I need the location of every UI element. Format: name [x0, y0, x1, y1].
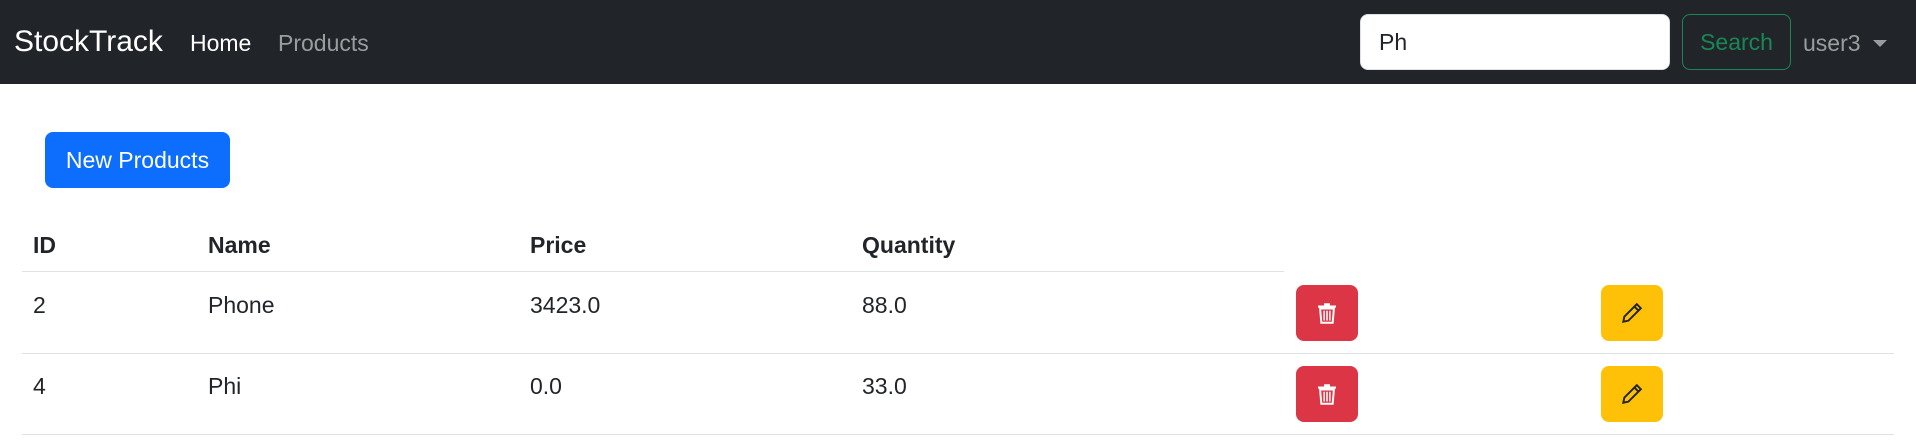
cell-id: 2: [33, 292, 46, 318]
top-navbar: StockTrack Home Products Search user3: [0, 0, 1916, 84]
cell-name: Phone: [208, 292, 275, 318]
cell-quantity: 33.0: [862, 373, 907, 399]
edit-button[interactable]: [1601, 285, 1663, 341]
pencil-icon: [1622, 302, 1643, 323]
column-header-name: Name: [208, 232, 271, 258]
search-button[interactable]: Search: [1682, 14, 1791, 70]
column-header-quantity: Quantity: [862, 232, 956, 258]
brand-logo[interactable]: StockTrack: [14, 24, 163, 60]
search-input[interactable]: [1360, 14, 1670, 70]
user-name: user3: [1803, 30, 1861, 56]
edit-button[interactable]: [1601, 366, 1663, 422]
nav-link-home[interactable]: Home: [190, 28, 251, 58]
delete-button[interactable]: [1296, 366, 1358, 422]
delete-button[interactable]: [1296, 285, 1358, 341]
header-divider: [22, 271, 1284, 272]
pencil-icon: [1622, 383, 1643, 404]
cell-quantity: 88.0: [862, 292, 907, 318]
cell-price: 0.0: [530, 373, 562, 399]
cell-id: 4: [33, 373, 46, 399]
cell-name: Phi: [208, 373, 242, 399]
row-divider: [22, 434, 1894, 435]
user-dropdown[interactable]: user3: [1803, 28, 1887, 58]
trash-icon: [1318, 384, 1336, 405]
new-product-button[interactable]: New Products: [45, 132, 230, 188]
caret-down-icon: [1872, 40, 1887, 47]
column-header-id: ID: [33, 232, 56, 258]
cell-price: 3423.0: [530, 292, 601, 318]
nav-link-products[interactable]: Products: [278, 28, 369, 58]
trash-icon: [1318, 303, 1336, 324]
row-divider: [22, 353, 1894, 354]
column-header-price: Price: [530, 232, 587, 258]
